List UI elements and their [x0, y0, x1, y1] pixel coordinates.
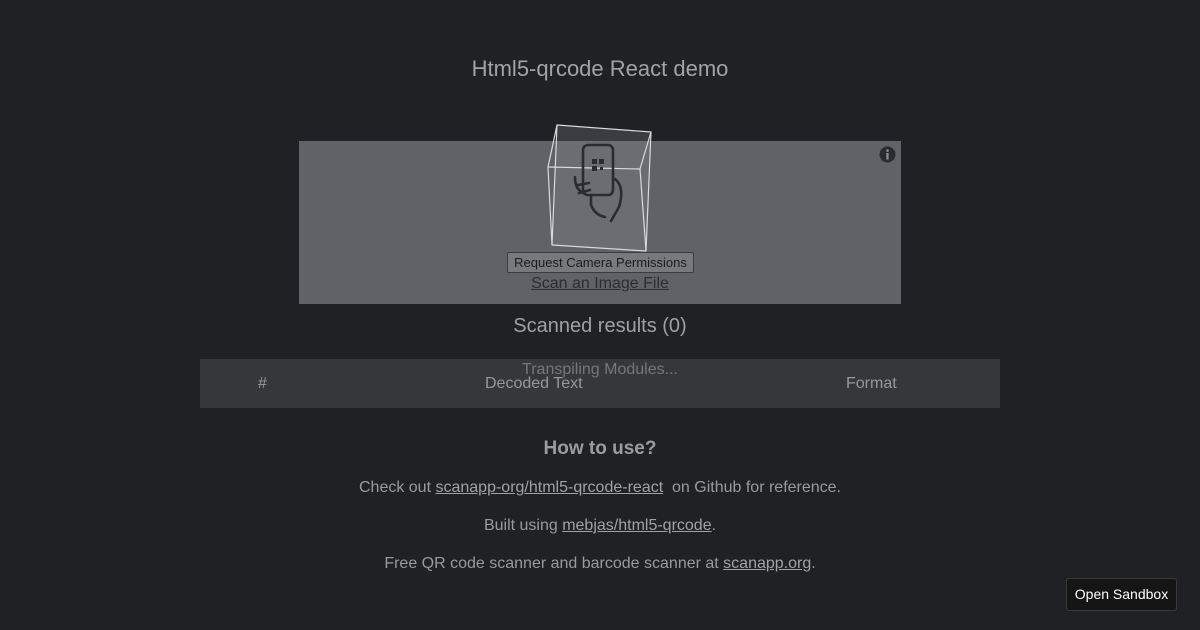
reference-line: Check out scanapp-org/html5-qrcode-react… — [0, 479, 1200, 497]
page-title: Html5-qrcode React demo — [471, 56, 729, 81]
scanapp-line: Free QR code scanner and barcode scanner… — [0, 555, 1200, 573]
scanapp-prefix: Free QR code scanner and barcode scanner… — [384, 555, 724, 572]
built-using-suffix: . — [711, 517, 717, 534]
scanned-results-heading: Scanned results (0) — [513, 315, 687, 337]
library-link[interactable]: mebjas/html5-qrcode — [562, 517, 711, 534]
built-using-line: Built using mebjas/html5-qrcode. — [0, 517, 1200, 535]
github-repo-link[interactable]: scanapp-org/html5-qrcode-react — [435, 479, 663, 496]
scanapp-link[interactable]: scanapp.org — [723, 555, 811, 572]
loading-status-text: Transpiling Modules... — [522, 361, 678, 378]
scanapp-suffix: . — [811, 555, 816, 572]
page: Html5-qrcode React demo Request Camera P… — [0, 0, 1200, 630]
open-sandbox-button[interactable]: Open Sandbox — [1066, 578, 1177, 611]
scan-phone-icon — [547, 124, 652, 252]
scan-image-file-link[interactable]: Scan an Image File — [299, 275, 901, 293]
how-to-use-heading: How to use? — [543, 438, 657, 459]
built-using-prefix: Built using — [483, 517, 563, 534]
request-camera-permissions-button[interactable]: Request Camera Permissions — [507, 252, 694, 273]
reference-prefix: Check out — [358, 479, 436, 496]
info-icon[interactable] — [879, 146, 896, 163]
reference-suffix: on Github for reference. — [663, 479, 842, 496]
qr-scanner-region: Request Camera Permissions Scan an Image… — [299, 124, 901, 304]
